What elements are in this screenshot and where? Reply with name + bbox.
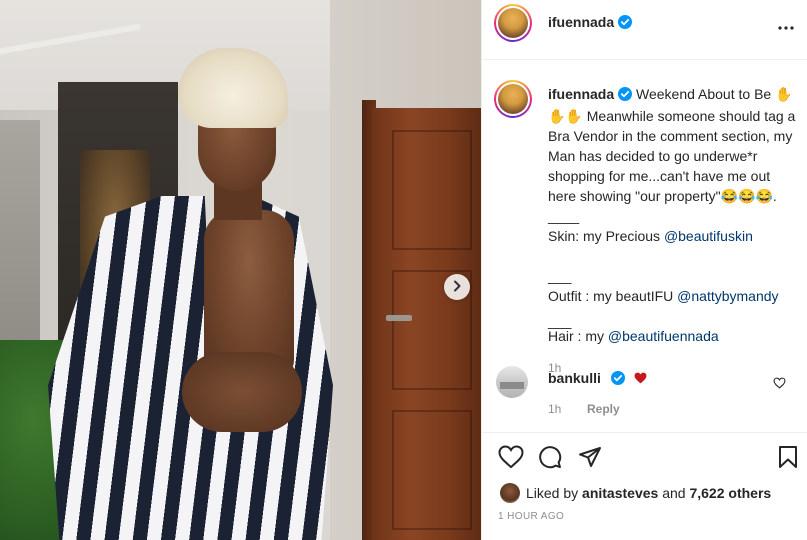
caption-separator: ____ bbox=[548, 208, 580, 224]
caption-body: ifuennada Weekend About to Be ✋✋✋ Meanwh… bbox=[548, 84, 798, 206]
more-horizontal-icon bbox=[774, 26, 798, 43]
author-avatar[interactable] bbox=[494, 4, 532, 42]
photo-window bbox=[0, 120, 40, 350]
author-username[interactable]: ifuennada bbox=[548, 14, 614, 30]
post-timestamp[interactable]: 1 HOUR AGO bbox=[498, 511, 564, 522]
red-heart-icon bbox=[634, 371, 647, 387]
liker-avatar[interactable] bbox=[500, 483, 520, 503]
commenter-avatar[interactable] bbox=[496, 366, 528, 398]
post-actions: Liked by anitasteves and 7,622 others 1 … bbox=[482, 432, 807, 540]
comment-icon bbox=[538, 446, 562, 472]
post-caption: ifuennada Weekend About to Be ✋✋✋ Meanwh… bbox=[548, 84, 798, 378]
likes-count-link[interactable]: 7,622 others bbox=[689, 485, 771, 501]
heart-icon bbox=[498, 445, 524, 472]
share-button[interactable] bbox=[578, 445, 602, 472]
likes-text: Liked by anitasteves and 7,622 others bbox=[526, 485, 772, 501]
door-handle bbox=[386, 315, 412, 321]
door-panel bbox=[392, 130, 472, 250]
paper-plane-icon bbox=[578, 447, 602, 472]
author-name-row: ifuennada bbox=[548, 14, 633, 32]
likes-summary: Liked by anitasteves and 7,622 others bbox=[500, 481, 800, 505]
comment-time: 1h bbox=[548, 402, 562, 416]
save-button[interactable] bbox=[777, 445, 799, 472]
reply-button[interactable]: Reply bbox=[587, 402, 620, 416]
caption-username[interactable]: ifuennada bbox=[548, 86, 614, 102]
post-photo[interactable] bbox=[0, 0, 481, 540]
like-button[interactable] bbox=[498, 445, 524, 472]
verified-badge-icon bbox=[611, 371, 625, 388]
post-header: ifuennada bbox=[482, 0, 807, 60]
chevron-right-icon bbox=[450, 279, 464, 296]
door-panel bbox=[392, 410, 472, 530]
liker-username[interactable]: anitasteves bbox=[582, 485, 658, 501]
mention-link[interactable]: @nattybymandy bbox=[677, 288, 778, 304]
mention-link[interactable]: @beautifuennada bbox=[608, 328, 719, 344]
comment-like-button[interactable] bbox=[773, 376, 786, 392]
caption-outfit-line: Outfit : my beautIFU @nattybymandy bbox=[548, 288, 779, 304]
bookmark-icon bbox=[777, 446, 799, 472]
more-options-button[interactable] bbox=[774, 16, 798, 40]
commenter-username[interactable]: bankulli bbox=[548, 370, 601, 386]
next-image-button[interactable] bbox=[444, 274, 470, 300]
mention-link[interactable]: @beautifuskin bbox=[664, 228, 753, 244]
comment-button[interactable] bbox=[538, 445, 562, 472]
caption-separator: ___ bbox=[548, 313, 572, 329]
heart-outline-icon bbox=[773, 376, 786, 392]
photo-hands bbox=[182, 352, 302, 432]
caption-skin-line: Skin: my Precious @beautifuskin bbox=[548, 228, 753, 244]
caption-avatar[interactable] bbox=[494, 80, 532, 118]
post-side-panel: ifuennada ifuennada Weekend About to Be … bbox=[481, 0, 807, 540]
caption-hair-line: Hair : my @beautifuennada bbox=[548, 328, 719, 344]
verified-badge-icon bbox=[618, 86, 633, 106]
caption-text: Weekend About to Be ✋✋✋ Meanwhile someon… bbox=[548, 86, 800, 204]
verified-badge-icon bbox=[618, 15, 633, 32]
caption-separator: ___ bbox=[548, 268, 572, 284]
